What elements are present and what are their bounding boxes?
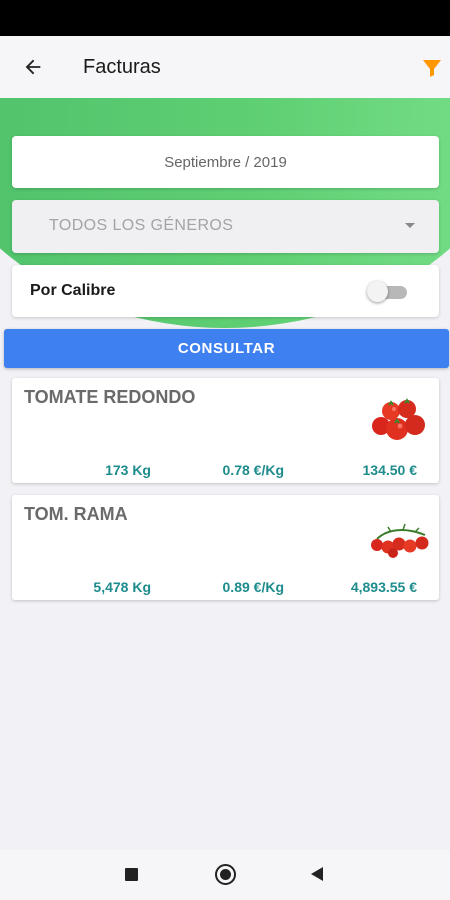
- product-price: 0.78 €/Kg: [222, 462, 284, 478]
- product-total: 134.50 €: [362, 462, 418, 478]
- back-button[interactable]: [18, 52, 48, 82]
- genre-select-value: TODOS LOS GÉNEROS: [49, 217, 234, 234]
- caliber-label: Por Calibre: [30, 282, 116, 299]
- square-icon[interactable]: [125, 868, 138, 881]
- product-price: 0.89 €/Kg: [222, 579, 284, 595]
- product-card[interactable]: TOMATE REDONDO 173 Kg 0.78 €/Kg 134.50 €: [12, 378, 439, 483]
- filter-icon: [423, 60, 441, 77]
- caliber-switch[interactable]: [367, 281, 409, 302]
- product-name: TOM. RAMA: [24, 504, 128, 524]
- arrow-left-icon: [25, 59, 41, 75]
- date-picker[interactable]: Septiembre / 2019: [12, 136, 439, 188]
- product-total: 4,893.55 €: [350, 579, 417, 595]
- product-quantity: 173 Kg: [105, 462, 151, 478]
- circle-icon[interactable]: [215, 864, 236, 885]
- status-bar: [0, 0, 450, 36]
- product-quantity: 5,478 Kg: [93, 579, 151, 595]
- tomato-vine-icon: [371, 523, 429, 558]
- genre-select[interactable]: TODOS LOS GÉNEROS: [12, 200, 439, 253]
- date-value: Septiembre / 2019: [164, 153, 287, 171]
- caliber-toggle-row: Por Calibre: [12, 265, 439, 317]
- consult-label: CONSULTAR: [177, 340, 276, 357]
- chevron-down-icon: [405, 223, 415, 228]
- product-card[interactable]: TOM. RAMA 5,478 Kg 0.89 €/Kg 4,893.55 €: [12, 495, 439, 600]
- page-title: Facturas: [83, 56, 161, 78]
- app-bar: Facturas: [0, 36, 450, 98]
- switch-thumb: [367, 281, 388, 302]
- tomato-round-icon: [372, 398, 425, 440]
- product-name: TOMATE REDONDO: [24, 387, 196, 407]
- consult-button[interactable]: CONSULTAR: [4, 329, 449, 368]
- triangle-back-icon[interactable]: [311, 867, 323, 881]
- filter-button[interactable]: [418, 54, 446, 82]
